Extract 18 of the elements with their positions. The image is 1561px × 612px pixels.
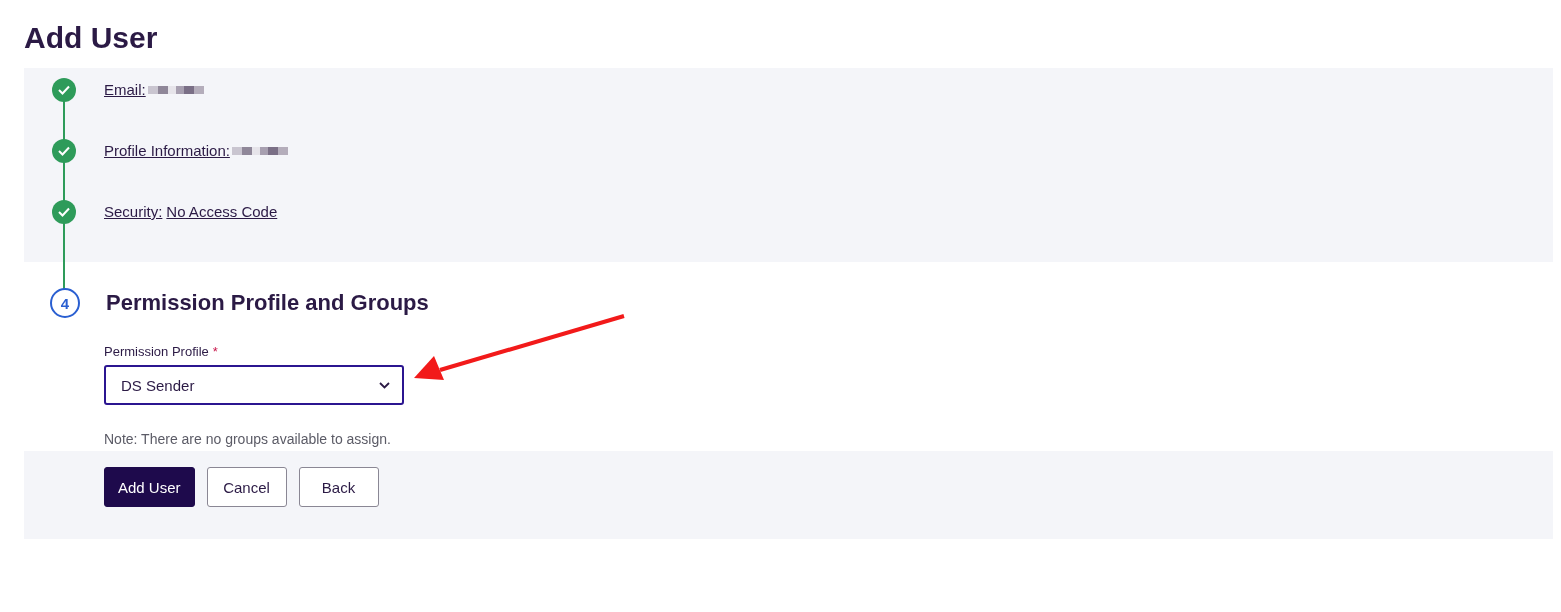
chevron-down-icon — [379, 381, 390, 389]
page-title: Add User — [23, 20, 159, 56]
check-icon — [58, 146, 70, 156]
primary-button[interactable]: Add User — [104, 467, 195, 507]
section-heading: Permission Profile and Groups — [106, 290, 429, 316]
step-link[interactable]: Email: — [104, 81, 146, 98]
check-icon — [58, 85, 70, 95]
secondary-button[interactable]: Cancel — [206, 467, 287, 507]
step-link[interactable]: Profile Information: — [104, 142, 230, 159]
step-link[interactable]: Security: — [104, 203, 163, 220]
check-icon — [58, 207, 70, 217]
permission-profile-dropdown[interactable]: DS Sender — [104, 365, 404, 405]
step-number: 4 — [50, 288, 80, 318]
step-value-link[interactable]: No Access Code — [166, 203, 278, 220]
required-mark: * — [212, 344, 218, 359]
field-label: Permission Profile — [104, 344, 209, 359]
note-text: Note: There are no groups available to assign. — [104, 431, 392, 449]
secondary-button[interactable]: Back — [298, 467, 379, 507]
